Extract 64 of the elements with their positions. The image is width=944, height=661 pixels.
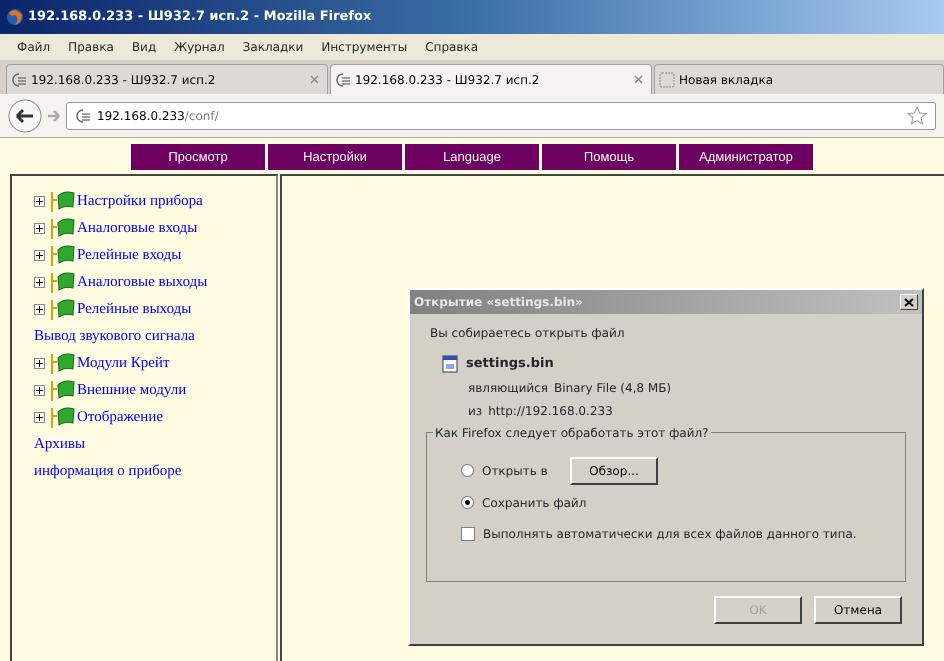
menu-item[interactable]: Инструменты [312,38,416,56]
browser-tab[interactable]: 192.168.0.233 - Ш932.7 исп.2 [330,64,652,94]
checkbox-label[interactable]: Выполнять автоматически для всех файлов данного типа. [483,524,857,542]
browser-tab[interactable]: Новая вкладка [654,64,944,94]
star-icon[interactable] [907,106,927,126]
type-value: Binary File (4,8 МБ) [554,380,672,396]
tree-link[interactable]: Настройки прибора [77,190,203,212]
expand-icon[interactable] [34,250,45,260]
tree-link[interactable]: Внешние модули [77,378,186,402]
option-label[interactable]: Открыть в [482,462,562,480]
tree-link[interactable]: информация о приборе [34,460,182,482]
menu-item[interactable]: Вид [122,38,166,56]
tree-link[interactable]: Аналоговые входы [77,216,198,240]
tree-link[interactable]: Отображение [77,406,164,428]
source-label: из [468,402,482,420]
expand-icon[interactable] [34,304,45,314]
window-title: 192.168.0.233 - Ш932.7 исп.2 - Mozilla Firefox [28,8,372,26]
site-menu-link[interactable]: Администратор [679,144,813,170]
expand-icon[interactable] [34,222,45,234]
tree-link[interactable]: Вывод звукового сигнала [34,324,195,348]
site-menu-link[interactable]: Помощь [542,144,676,170]
menu-item[interactable]: Справка [416,38,488,56]
page-icon [335,72,351,86]
close-icon[interactable] [634,75,643,84]
file-icon [442,354,458,373]
menu-item[interactable]: Закладки [234,38,312,56]
tree-link[interactable]: Модули Крейт [77,352,170,374]
close-icon[interactable] [310,75,319,84]
file-name: settings.bin [466,355,554,373]
site-menu-link[interactable]: Настройки [268,144,402,170]
expand-icon[interactable] [34,384,45,396]
close-icon [904,298,914,308]
tree-link[interactable]: Архивы [34,432,86,456]
dialog-title: Открытие «settings.bin» [414,294,583,311]
expand-icon[interactable] [34,196,45,206]
intro-text: Вы собираетесь открыть файл [429,325,626,342]
site-menu-link[interactable]: Language [405,144,539,170]
tree-link[interactable]: Релейные входы [77,244,182,266]
page-icon [75,108,91,122]
browser-logo-icon [6,8,24,26]
menu-item[interactable]: Файл [8,38,60,56]
menu-item[interactable]: Правка [59,38,123,56]
back-icon[interactable] [8,98,42,132]
menu-item[interactable]: Журнал [165,38,234,56]
url-text: 192.168.0.233/conf/ [97,108,219,124]
expand-icon[interactable] [34,412,45,422]
expand-icon[interactable] [34,276,45,288]
site-menu-link[interactable]: Просмотр [131,144,265,170]
tree-link[interactable]: Аналоговые выходы [77,270,208,294]
source-value: http://192.168.0.233 [488,402,613,420]
page-icon [11,72,27,86]
expand-icon[interactable] [34,358,45,368]
tree-link[interactable]: Релейные выходы [77,298,192,320]
radio-button[interactable] [461,496,474,509]
address-field[interactable]: 192.168.0.233/conf/ [66,102,936,130]
blank-page-icon [659,72,675,88]
type-label: являющийся [468,380,548,396]
checkbox[interactable] [461,526,475,540]
browser-tab[interactable]: 192.168.0.233 - Ш932.7 исп.2 [6,64,328,94]
radio-button[interactable] [461,464,474,477]
browse-button[interactable]: Обзор... [570,456,658,484]
dialog-button[interactable]: Отмена [814,596,902,624]
option-label[interactable]: Сохранить файл [482,494,586,512]
close-button[interactable] [900,294,918,310]
